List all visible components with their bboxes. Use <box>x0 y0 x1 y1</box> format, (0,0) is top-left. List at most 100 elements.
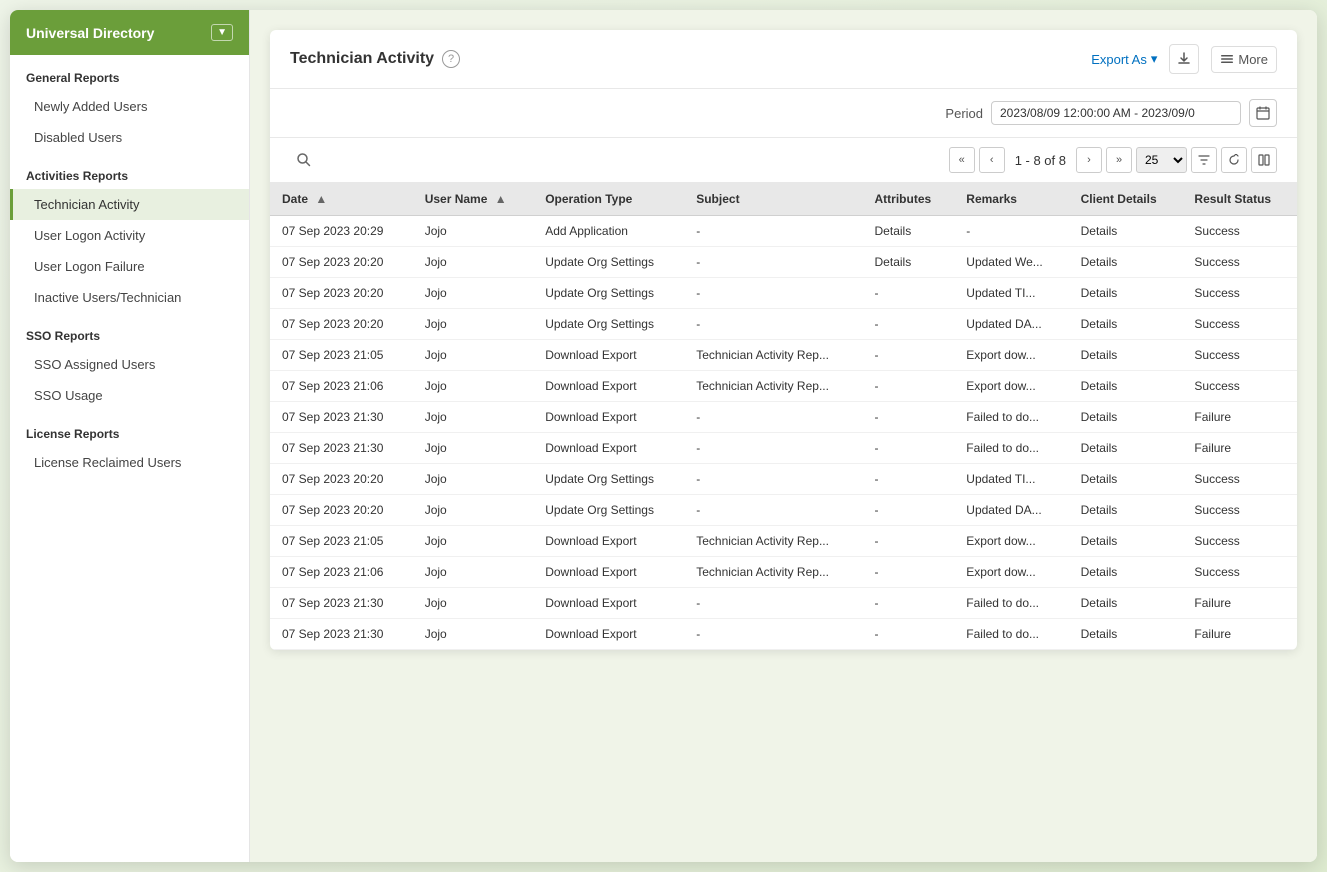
cell-client[interactable]: Details <box>1069 464 1183 495</box>
sidebar-item-sso-assigned-users[interactable]: SSO Assigned Users <box>10 349 249 380</box>
cell-username[interactable]: Jojo <box>413 433 534 464</box>
cell-attributes[interactable]: Details <box>863 216 955 247</box>
period-row: Period <box>270 89 1297 138</box>
col-username[interactable]: User Name ▲ <box>413 183 534 216</box>
cell-status: Success <box>1182 340 1297 371</box>
prev-page-button[interactable]: ‹ <box>979 147 1005 173</box>
cell-client[interactable]: Details <box>1069 402 1183 433</box>
sidebar-header[interactable]: Universal Directory ▼ <box>10 10 249 55</box>
cell-username[interactable]: Jojo <box>413 495 534 526</box>
cell-client[interactable]: Details <box>1069 371 1183 402</box>
cell-operation: Download Export <box>533 619 684 650</box>
cell-client[interactable]: Details <box>1069 557 1183 588</box>
cell-subject: Technician Activity Rep... <box>684 526 862 557</box>
cell-username[interactable]: Jojo <box>413 464 534 495</box>
cell-client[interactable]: Details <box>1069 588 1183 619</box>
col-status[interactable]: Result Status <box>1182 183 1297 216</box>
cell-subject: - <box>684 309 862 340</box>
cell-username[interactable]: Jojo <box>413 588 534 619</box>
sidebar-dropdown-arrow: ▼ <box>211 24 233 41</box>
table-row: 07 Sep 2023 20:20 Jojo Update Org Settin… <box>270 464 1297 495</box>
cell-date: 07 Sep 2023 21:06 <box>270 371 413 402</box>
sidebar-item-license-reclaimed-users[interactable]: License Reclaimed Users <box>10 447 249 478</box>
report-actions: Export As ▾ More <box>1091 44 1277 74</box>
more-button[interactable]: More <box>1211 46 1277 73</box>
cell-operation: Download Export <box>533 371 684 402</box>
cell-username[interactable]: Jojo <box>413 340 534 371</box>
cell-client[interactable]: Details <box>1069 433 1183 464</box>
filter-button[interactable] <box>1191 147 1217 173</box>
cell-subject: - <box>684 433 862 464</box>
cell-status: Failure <box>1182 619 1297 650</box>
cell-client[interactable]: Details <box>1069 526 1183 557</box>
sidebar-item-inactive-users-technician[interactable]: Inactive Users/Technician <box>10 282 249 313</box>
cell-username[interactable]: Jojo <box>413 216 534 247</box>
report-header: Technician Activity ? Export As ▾ <box>270 30 1297 89</box>
cell-operation: Download Export <box>533 402 684 433</box>
sidebar-item-user-logon-failure[interactable]: User Logon Failure <box>10 251 249 282</box>
cell-attributes: - <box>863 433 955 464</box>
period-input[interactable] <box>991 101 1241 125</box>
download-icon-button[interactable] <box>1169 44 1199 74</box>
col-client[interactable]: Client Details <box>1069 183 1183 216</box>
col-date[interactable]: Date ▲ <box>270 183 413 216</box>
cell-attributes: - <box>863 371 955 402</box>
cell-username[interactable]: Jojo <box>413 557 534 588</box>
next-page-button[interactable]: › <box>1076 147 1102 173</box>
search-button[interactable] <box>290 146 318 174</box>
table-row: 07 Sep 2023 21:30 Jojo Download Export -… <box>270 402 1297 433</box>
help-icon[interactable]: ? <box>442 50 460 68</box>
cell-client[interactable]: Details <box>1069 278 1183 309</box>
sidebar-item-user-logon-activity[interactable]: User Logon Activity <box>10 220 249 251</box>
cell-client[interactable]: Details <box>1069 495 1183 526</box>
columns-button[interactable] <box>1251 147 1277 173</box>
cell-subject: - <box>684 278 862 309</box>
cell-username[interactable]: Jojo <box>413 309 534 340</box>
first-page-button[interactable]: « <box>949 147 975 173</box>
cell-username[interactable]: Jojo <box>413 278 534 309</box>
cell-client[interactable]: Details <box>1069 619 1183 650</box>
table-row: 07 Sep 2023 21:05 Jojo Download Export T… <box>270 526 1297 557</box>
export-button[interactable]: Export As ▾ <box>1091 51 1157 67</box>
sidebar-item-technician-activity[interactable]: Technician Activity <box>10 189 249 220</box>
col-operation[interactable]: Operation Type <box>533 183 684 216</box>
table-row: 07 Sep 2023 21:06 Jojo Download Export T… <box>270 371 1297 402</box>
col-attributes[interactable]: Attributes <box>863 183 955 216</box>
cell-operation: Update Org Settings <box>533 247 684 278</box>
cell-date: 07 Sep 2023 20:29 <box>270 216 413 247</box>
cell-date: 07 Sep 2023 20:20 <box>270 278 413 309</box>
table-row: 07 Sep 2023 21:05 Jojo Download Export T… <box>270 340 1297 371</box>
last-page-button[interactable]: » <box>1106 147 1132 173</box>
cell-username[interactable]: Jojo <box>413 402 534 433</box>
cell-date: 07 Sep 2023 21:30 <box>270 433 413 464</box>
cell-date: 07 Sep 2023 20:20 <box>270 309 413 340</box>
export-arrow-icon: ▾ <box>1151 51 1158 67</box>
refresh-button[interactable] <box>1221 147 1247 173</box>
cell-client[interactable]: Details <box>1069 340 1183 371</box>
cell-username[interactable]: Jojo <box>413 526 534 557</box>
per-page-select[interactable]: 25 50 100 <box>1136 147 1187 173</box>
cell-client[interactable]: Details <box>1069 216 1183 247</box>
cell-date: 07 Sep 2023 20:20 <box>270 247 413 278</box>
cell-attributes: - <box>863 588 955 619</box>
col-remarks[interactable]: Remarks <box>954 183 1068 216</box>
cell-username[interactable]: Jojo <box>413 619 534 650</box>
cell-operation: Download Export <box>533 433 684 464</box>
calendar-button[interactable] <box>1249 99 1277 127</box>
table-row: 07 Sep 2023 20:20 Jojo Update Org Settin… <box>270 247 1297 278</box>
cell-client[interactable]: Details <box>1069 247 1183 278</box>
cell-remarks: Export dow... <box>954 526 1068 557</box>
cell-operation: Add Application <box>533 216 684 247</box>
cell-client[interactable]: Details <box>1069 309 1183 340</box>
cell-username[interactable]: Jojo <box>413 247 534 278</box>
cell-attributes: - <box>863 402 955 433</box>
cell-status: Success <box>1182 216 1297 247</box>
sidebar-item-newly-added-users[interactable]: Newly Added Users <box>10 91 249 122</box>
cell-attributes: - <box>863 464 955 495</box>
cell-date: 07 Sep 2023 20:20 <box>270 464 413 495</box>
sidebar-item-disabled-users[interactable]: Disabled Users <box>10 122 249 153</box>
sidebar-item-sso-usage[interactable]: SSO Usage <box>10 380 249 411</box>
col-subject[interactable]: Subject <box>684 183 862 216</box>
cell-username[interactable]: Jojo <box>413 371 534 402</box>
cell-attributes[interactable]: Details <box>863 247 955 278</box>
